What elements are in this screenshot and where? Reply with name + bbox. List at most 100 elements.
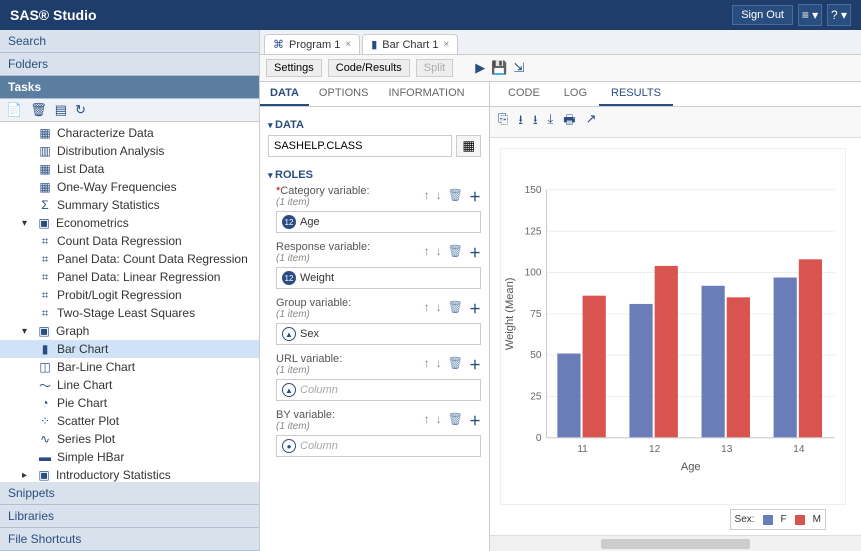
tab-bar-chart-1[interactable]: ▮Bar Chart 1× <box>362 34 458 54</box>
role-value-text: Column <box>300 384 338 396</box>
down-icon[interactable]: ↓ <box>436 244 442 261</box>
up-icon[interactable]: ↑ <box>424 356 430 373</box>
dataset-input[interactable] <box>268 135 452 157</box>
scatter-icon: ⁘ <box>38 414 52 428</box>
close-icon[interactable]: × <box>345 39 351 50</box>
tree-item-two-stage-least-squares[interactable]: ⌗Two-Stage Least Squares <box>0 304 259 322</box>
open-result-icon[interactable]: ⎘ <box>498 111 508 133</box>
config-tab-options[interactable]: OPTIONS <box>309 82 379 106</box>
menu-icon[interactable]: ≡ ▾ <box>798 4 822 26</box>
svg-text:13: 13 <box>721 444 733 455</box>
results-tab-results[interactable]: RESULTS <box>599 82 673 106</box>
down-icon[interactable]: ↓ <box>436 188 442 205</box>
tree-item-scatter-plot[interactable]: ⁘Scatter Plot <box>0 412 259 430</box>
accordion-libraries[interactable]: Libraries <box>0 505 259 528</box>
delete-icon[interactable]: 🗑 <box>448 300 463 317</box>
code-results-button[interactable]: Code/Results <box>328 59 410 77</box>
add-icon[interactable]: ＋ <box>469 244 481 261</box>
new-task-icon[interactable]: 📄 <box>6 102 22 118</box>
role-value-text: Column <box>300 440 338 452</box>
tree-item-simple-hbar[interactable]: ▬Simple HBar <box>0 448 259 466</box>
role-value[interactable]: 12Weight <box>276 267 481 289</box>
tree-item-summary-statistics[interactable]: ΣSummary Statistics <box>0 196 259 214</box>
section-roles[interactable]: ROLES <box>268 165 481 185</box>
tree-item-graph[interactable]: ▾▣Graph <box>0 322 259 340</box>
help-icon[interactable]: ? ▾ <box>827 4 851 26</box>
tree-item-introductory-statistics[interactable]: ▸▣Introductory Statistics <box>0 466 259 482</box>
delete-icon[interactable]: 🗑 <box>448 244 463 261</box>
up-icon[interactable]: ↑ <box>424 244 430 261</box>
add-icon[interactable]: ＋ <box>469 412 481 429</box>
tree-item-pie-chart[interactable]: ◔Pie Chart <box>0 394 259 412</box>
tree-item-series-plot[interactable]: ∿Series Plot <box>0 430 259 448</box>
browse-dataset-button[interactable]: ▦ <box>456 135 481 157</box>
split-button[interactable]: Split <box>416 59 453 77</box>
tree-item-list-data[interactable]: ▦List Data <box>0 160 259 178</box>
tree-item-count-data-regression[interactable]: ⌗Count Data Regression <box>0 232 259 250</box>
svg-text:Weight (Mean): Weight (Mean) <box>504 277 516 350</box>
accordion-tasks[interactable]: Tasks <box>0 76 259 99</box>
reg-icon: ⌗ <box>38 234 52 248</box>
up-icon[interactable]: ↑ <box>424 412 430 429</box>
tree-item-bar-chart[interactable]: ▮Bar Chart <box>0 340 259 358</box>
tree-item-label: Simple HBar <box>57 450 124 464</box>
accordion-snippets[interactable]: Snippets <box>0 482 259 505</box>
tree-item-label: Line Chart <box>57 378 112 392</box>
save-icon[interactable]: 💾 <box>491 60 507 76</box>
tree-item-panel-data-linear-regression[interactable]: ⌗Panel Data: Linear Regression <box>0 268 259 286</box>
role-value[interactable]: ▲Column <box>276 379 481 401</box>
popout-icon[interactable]: ↗ <box>586 111 597 133</box>
accordion-search[interactable]: Search <box>0 30 259 53</box>
add-icon[interactable]: ＋ <box>469 188 481 205</box>
config-tab-data[interactable]: DATA <box>260 82 309 106</box>
refresh-icon[interactable]: ↻ <box>75 102 86 118</box>
tree-item-label: Panel Data: Linear Regression <box>57 270 220 284</box>
delete-icon[interactable]: 🗑 <box>448 356 463 373</box>
down-icon[interactable]: ↓ <box>436 412 442 429</box>
down-icon[interactable]: ↓ <box>436 300 442 317</box>
up-icon[interactable]: ↑ <box>424 188 430 205</box>
svg-text:75: 75 <box>530 309 542 320</box>
properties-icon[interactable]: ▤ <box>55 102 67 118</box>
svg-text:0: 0 <box>536 433 542 444</box>
section-data[interactable]: DATA <box>268 115 481 135</box>
tree-item-line-chart[interactable]: 〜 Line Chart <box>0 376 259 394</box>
accordion-file-shortcuts[interactable]: File Shortcuts <box>0 528 259 551</box>
config-tab-information[interactable]: INFORMATION <box>378 82 474 106</box>
role-value[interactable]: ●Column <box>276 435 481 457</box>
delete-icon[interactable]: 🗑 <box>30 102 47 118</box>
settings-button[interactable]: Settings <box>266 59 322 77</box>
tab-label: Program 1 <box>289 39 340 51</box>
results-tab-code[interactable]: CODE <box>496 82 552 106</box>
delete-icon[interactable]: 🗑 <box>448 188 463 205</box>
download-rtf-icon[interactable]: ⭳ <box>533 111 538 133</box>
tree-item-distribution-analysis[interactable]: ▥Distribution Analysis <box>0 142 259 160</box>
delete-icon[interactable]: 🗑 <box>448 412 463 429</box>
tab-program-1[interactable]: ⌘Program 1× <box>264 34 360 54</box>
tree-item-bar-line-chart[interactable]: ◫Bar-Line Chart <box>0 358 259 376</box>
add-icon[interactable]: ＋ <box>469 356 481 373</box>
line-icon: 〜 <box>38 378 52 392</box>
role-value[interactable]: ▲Sex <box>276 323 481 345</box>
download-icon[interactable]: ⤓ <box>548 111 554 133</box>
close-icon[interactable]: × <box>444 39 450 50</box>
export-icon[interactable]: ⇲ <box>513 60 524 76</box>
signout-button[interactable]: Sign Out <box>732 5 793 25</box>
down-icon[interactable]: ↓ <box>436 356 442 373</box>
up-icon[interactable]: ↑ <box>424 300 430 317</box>
tree-item-one-way-frequencies[interactable]: ▦One-Way Frequencies <box>0 178 259 196</box>
tree-item-econometrics[interactable]: ▾▣Econometrics <box>0 214 259 232</box>
role-value[interactable]: 12Age <box>276 211 481 233</box>
tree-item-probit-logit-regression[interactable]: ⌗Probit/Logit Regression <box>0 286 259 304</box>
results-tab-log[interactable]: LOG <box>552 82 599 106</box>
run-icon[interactable]: ▶ <box>475 60 485 76</box>
tree-item-characterize-data[interactable]: ▦Characterize Data <box>0 124 259 142</box>
bars-icon: ▥ <box>38 144 52 158</box>
horizontal-scrollbar[interactable] <box>490 535 861 551</box>
accordion-folders[interactable]: Folders <box>0 53 259 76</box>
print-icon[interactable]: 🖶 <box>563 111 575 133</box>
tree-item-panel-data-count-data-regression[interactable]: ⌗Panel Data: Count Data Regression <box>0 250 259 268</box>
add-icon[interactable]: ＋ <box>469 300 481 317</box>
role-value-text: Weight <box>300 272 334 284</box>
download-pdf-icon[interactable]: ⭳ <box>518 111 523 133</box>
